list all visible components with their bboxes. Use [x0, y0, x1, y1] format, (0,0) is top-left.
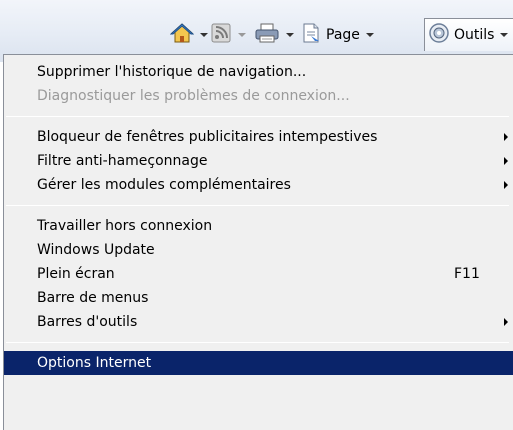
tools-dropdown-menu: Supprimer l'historique de navigation... …: [3, 54, 513, 430]
menu-item-internet-options[interactable]: Options Internet: [4, 351, 513, 375]
menu-item-label: Barres d'outils: [37, 314, 138, 330]
tools-dropdown-arrow: [500, 33, 509, 37]
page-menu-button[interactable]: Page: [300, 21, 374, 49]
page-icon: [300, 22, 322, 48]
menu-item-menu-bar[interactable]: Barre de menus: [4, 286, 513, 310]
menu-item-label: Travailler hors connexion: [37, 218, 213, 234]
submenu-arrow-icon: [504, 133, 508, 141]
submenu-arrow-icon: [504, 181, 508, 189]
menu-item-label: Filtre anti-hameçonnage: [37, 153, 208, 169]
submenu-arrow-icon: [504, 318, 508, 326]
menu-item-work-offline[interactable]: Travailler hors connexion: [4, 214, 513, 238]
home-icon: [169, 22, 195, 48]
menu-item-label: Gérer les modules complémentaires: [37, 177, 291, 193]
menu-item-label: Plein écran: [37, 266, 115, 282]
command-bar: Page Outils: [0, 0, 513, 62]
shortcut-label: F11: [454, 266, 480, 282]
menu-item-label: Diagnostiquer les problèmes de connexion…: [37, 88, 350, 104]
menu-item-diagnose-connection: Diagnostiquer les problèmes de connexion…: [4, 84, 513, 108]
menu-item-full-screen[interactable]: Plein écran F11: [4, 262, 513, 286]
feeds-dropdown-arrow[interactable]: [238, 33, 246, 37]
menu-item-windows-update[interactable]: Windows Update: [4, 238, 513, 262]
page-label: Page: [326, 27, 360, 43]
menu-separator: [6, 116, 509, 117]
menu-item-label: Windows Update: [37, 242, 155, 258]
print-dropdown-arrow[interactable]: [286, 33, 294, 37]
gear-icon: [428, 22, 450, 48]
feeds-button[interactable]: [210, 21, 246, 49]
menu-item-manage-addons[interactable]: Gérer les modules complémentaires: [4, 173, 513, 197]
menu-item-label: Options Internet: [37, 355, 152, 371]
menu-separator: [6, 342, 509, 343]
menu-item-label: Bloqueur de fenêtres publicitaires intem…: [37, 129, 378, 145]
tools-label: Outils: [454, 27, 495, 43]
menu-separator: [6, 205, 509, 206]
menu-item-label: Supprimer l'historique de navigation...: [37, 64, 307, 80]
print-button[interactable]: [254, 21, 294, 49]
menu-item-phishing-filter[interactable]: Filtre anti-hameçonnage: [4, 149, 513, 173]
menu-item-toolbars[interactable]: Barres d'outils: [4, 310, 513, 334]
menu-item-label: Barre de menus: [37, 290, 149, 306]
tools-menu-button[interactable]: Outils: [428, 21, 509, 49]
print-icon: [254, 22, 280, 48]
menu-item-popup-blocker[interactable]: Bloqueur de fenêtres publicitaires intem…: [4, 125, 513, 149]
submenu-arrow-icon: [504, 157, 508, 165]
page-dropdown-arrow: [365, 33, 374, 37]
home-button[interactable]: [169, 21, 208, 49]
feeds-icon: [210, 22, 232, 48]
menu-item-delete-history[interactable]: Supprimer l'historique de navigation...: [4, 60, 513, 84]
home-dropdown-arrow[interactable]: [200, 33, 208, 37]
